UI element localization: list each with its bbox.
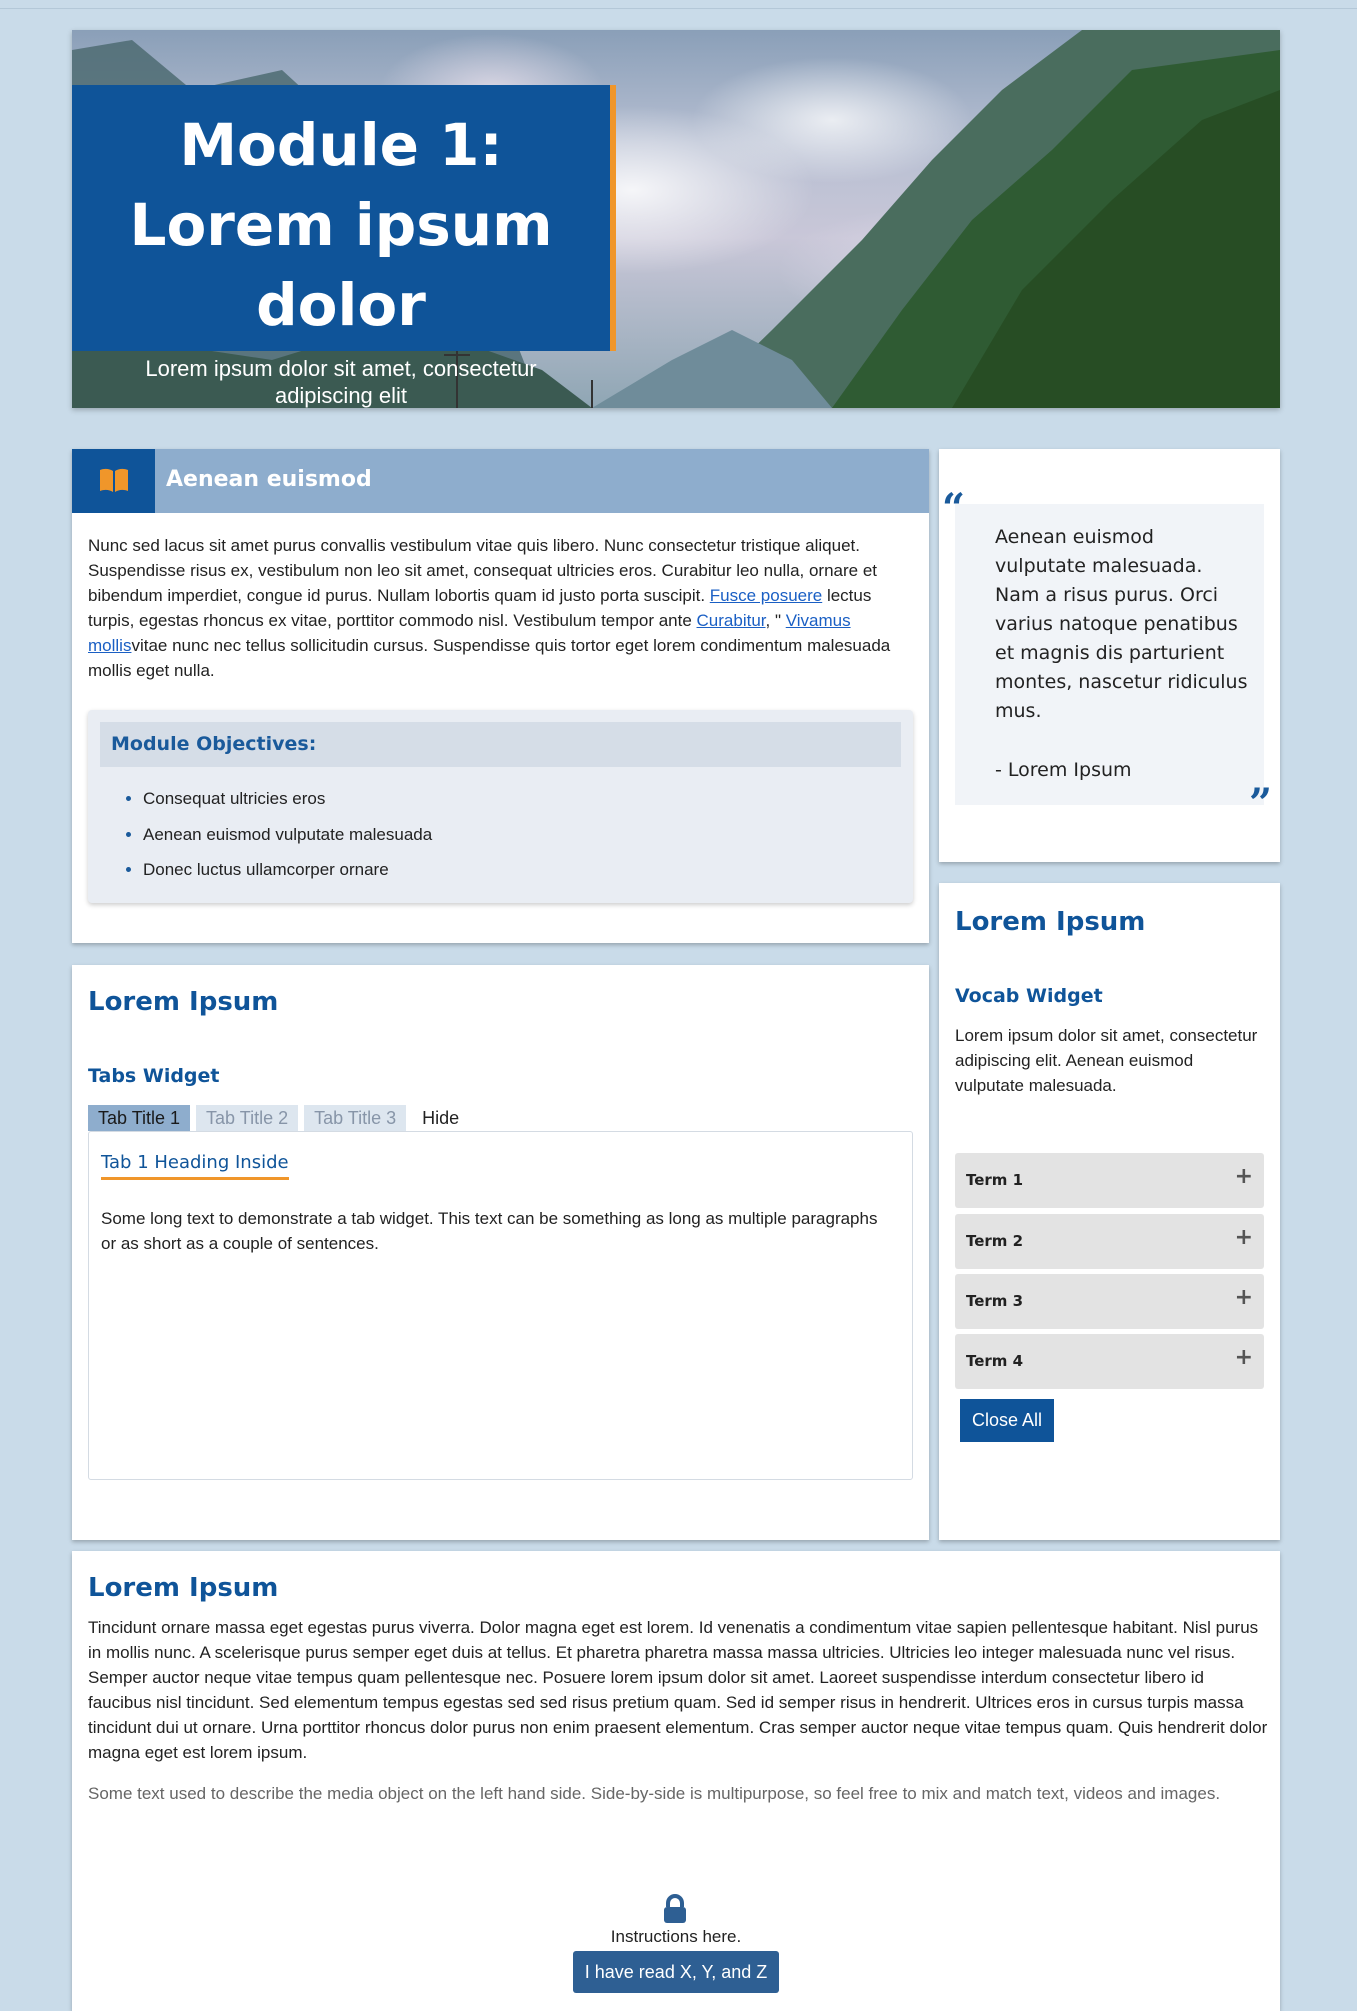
bottom-card: Lorem Ipsum Tincidunt ornare massa eget … <box>72 1551 1280 2011</box>
tab-3[interactable]: Tab Title 3 <box>304 1105 407 1131</box>
vocab-section-title: Lorem Ipsum <box>955 907 1146 937</box>
term-label: Term 3 <box>966 1292 1024 1310</box>
objective-item: Aenean euismod vulputate malesuada <box>143 817 913 853</box>
tab-1[interactable]: Tab Title 1 <box>88 1105 191 1131</box>
vocab-term-4[interactable]: Term 4 + <box>955 1334 1264 1389</box>
link-fusce-posuere[interactable]: Fusce posuere <box>710 586 822 605</box>
intro-text-3: , " <box>765 611 786 630</box>
vocab-term-1[interactable]: Term 1 + <box>955 1153 1264 1208</box>
tab-bar: Tab Title 1 Tab Title 2 Tab Title 3 Hide <box>88 1105 475 1131</box>
tab-panel-text: Some long text to demonstrate a tab widg… <box>101 1209 878 1253</box>
instructions-text: Instructions here. <box>610 1927 742 1946</box>
vocab-widget-title: Vocab Widget <box>955 985 1103 1007</box>
tabs-widget-title: Tabs Widget <box>88 1065 220 1087</box>
tab-panel: Tab 1 Heading Inside Some long text to d… <box>88 1131 913 1480</box>
expand-plus-icon: + <box>1234 1345 1253 1370</box>
acknowledge-button[interactable]: I have read X, Y, and Z <box>573 1951 779 1993</box>
top-divider <box>0 8 1357 9</box>
banner-title-box: Module 1: Lorem ipsum dolor Lorem ipsum … <box>72 85 616 408</box>
hide-tabs-button[interactable]: Hide <box>412 1105 469 1131</box>
objective-item: Consequat ultricies eros <box>143 781 913 817</box>
tabs-card: Lorem Ipsum Tabs Widget Tab Title 1 Tab … <box>72 965 929 1540</box>
expand-plus-icon: + <box>1234 1164 1253 1189</box>
quote-text: Aenean euismod vulputate malesuada. Nam … <box>995 526 1248 722</box>
objectives-list: Consequat ultricies eros Aenean euismod … <box>88 781 913 888</box>
intro-header: Aenean euismod <box>72 449 929 513</box>
objective-item: Donec luctus ullamcorper ornare <box>143 852 913 888</box>
expand-plus-icon: + <box>1234 1285 1253 1310</box>
link-curabitur[interactable]: Curabitur <box>697 611 766 630</box>
media-fade-overlay <box>72 1807 1280 1831</box>
quote-card: “ Aenean euismod vulputate malesuada. Na… <box>939 449 1280 862</box>
module-objectives: Module Objectives: Consequat ultricies e… <box>88 710 913 903</box>
vocab-card: Lorem Ipsum Vocab Widget Lorem ipsum dol… <box>939 883 1280 1540</box>
vocab-term-3[interactable]: Term 3 + <box>955 1274 1264 1329</box>
quote-attribution: - Lorem Ipsum <box>995 759 1132 781</box>
term-label: Term 4 <box>966 1352 1024 1370</box>
close-all-button[interactable]: Close All <box>960 1399 1054 1442</box>
tab-panel-heading: Tab 1 Heading Inside <box>101 1152 289 1180</box>
term-label: Term 1 <box>966 1171 1024 1189</box>
intro-card: Aenean euismod Nunc sed lacus sit amet p… <box>72 449 929 943</box>
tab-2[interactable]: Tab Title 2 <box>196 1105 299 1131</box>
intro-heading: Aenean euismod <box>166 467 372 492</box>
vocab-term-2[interactable]: Term 2 + <box>955 1214 1264 1269</box>
page-subtitle: Lorem ipsum dolor sit amet, consectetur … <box>145 356 537 408</box>
objectives-title: Module Objectives: <box>100 722 901 767</box>
intro-icon-box <box>72 449 155 513</box>
close-quote-icon: ” <box>1249 780 1273 827</box>
module-banner: Module 1: Lorem ipsum dolor Lorem ipsum … <box>72 30 1280 408</box>
bottom-section-title: Lorem Ipsum <box>88 1573 279 1603</box>
vocab-description: Lorem ipsum dolor sit amet, consectetur … <box>955 1026 1258 1095</box>
term-label: Term 2 <box>966 1232 1024 1250</box>
page-title: Module 1: Lorem ipsum dolor <box>129 111 553 339</box>
book-icon <box>100 468 128 492</box>
bottom-paragraph: Tincidunt ornare massa eget egestas puru… <box>88 1618 1268 1762</box>
intro-paragraph: Nunc sed lacus sit amet purus convallis … <box>72 513 929 683</box>
intro-text-4: vitae nunc nec tellus sollicitudin cursu… <box>88 636 891 680</box>
tabs-section-title: Lorem Ipsum <box>88 987 279 1017</box>
quote-box: Aenean euismod vulputate malesuada. Nam … <box>955 504 1264 805</box>
expand-plus-icon: + <box>1234 1225 1253 1250</box>
lock-icon <box>664 1894 686 1923</box>
